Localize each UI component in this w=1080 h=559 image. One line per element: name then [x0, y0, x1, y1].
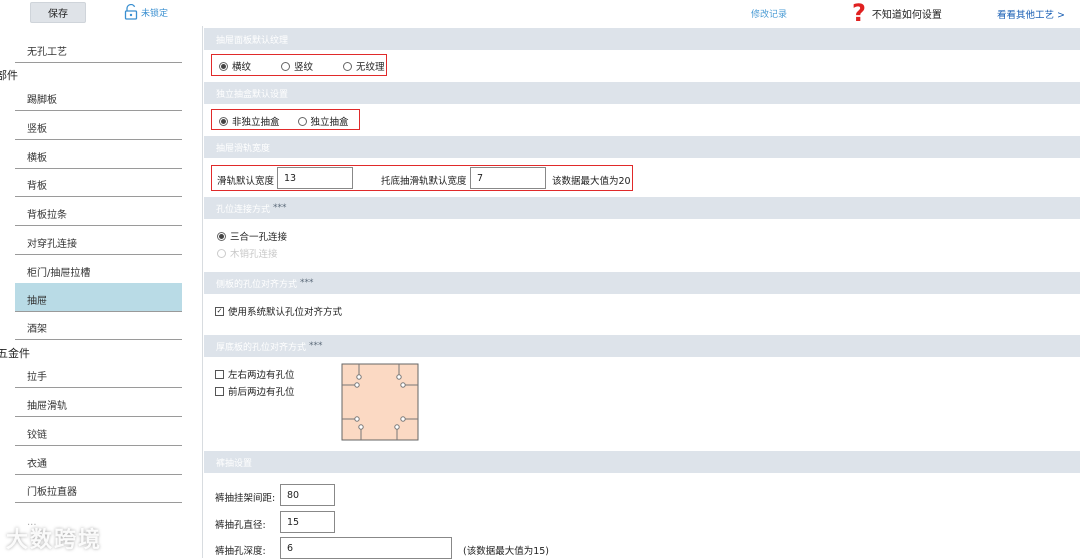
pants-spacing-input[interactable]: 80: [280, 484, 335, 506]
radio-label: 竖纹: [294, 62, 314, 73]
radio-non-independent-box[interactable]: 非独立抽盒: [219, 114, 280, 128]
section-title: 厚底板的孔位对齐方式: [216, 342, 307, 353]
help-link[interactable]: ? 不知道如何设置: [852, 0, 942, 26]
unlock-icon: [124, 4, 138, 20]
sidebar-item-drawer[interactable]: 抽屉: [15, 283, 182, 312]
question-icon: ?: [852, 0, 866, 27]
radio-label: 横纹: [232, 62, 252, 73]
section-title: 抽屉滑轨宽度: [216, 143, 271, 154]
sidebar-item-door-straightener[interactable]: 门板拉直器: [15, 474, 182, 503]
radio-indicator: [281, 61, 291, 71]
sidebar-item-clothes-rod[interactable]: 衣通: [15, 446, 182, 475]
sidebar-item-back-strip[interactable]: 背板拉条: [15, 197, 182, 226]
radio-indicator: [219, 116, 228, 126]
sidebar-item-back-panel[interactable]: 背板: [15, 168, 182, 197]
top-toolbar: 保存 未锁定 修改记录 ? 不知道如何设置 看看其他工艺 >: [0, 0, 1080, 26]
pants-diameter-label: 裤抽孔直径:: [215, 520, 266, 531]
checkbox-indicator: ✓: [215, 306, 224, 316]
help-label: 不知道如何设置: [871, 9, 942, 21]
settings-panel: 抽屉面板默认纹理 横纹 竖纹 无纹理 独立抽盒默认设置 非独立抽盒 独立抽盒 抽…: [204, 26, 1080, 559]
section-title: 独立抽盒默认设置: [216, 89, 289, 100]
watermark-logo: 大数跨境: [6, 528, 103, 553]
required-stars: ***: [273, 203, 287, 213]
radio-three-in-one[interactable]: 三合一孔连接: [217, 229, 287, 243]
checkbox-label: 使用系统默认孔位对齐方式: [228, 307, 343, 318]
rail-width-label: 滑轨默认宽度: [217, 176, 275, 187]
section-header-hole-connection: 孔位连接方式 ***: [204, 197, 1080, 219]
section-header-texture: 抽屉面板默认纹理: [204, 28, 1080, 50]
sidebar: 无孔工艺 部件 踢脚板 竖板 横板 背板 背板拉条 对穿孔连接 柜门/抽屉拉槽 …: [0, 26, 203, 558]
radio-independent-box[interactable]: 独立抽盒: [297, 114, 349, 128]
sidebar-item-drawer-rail[interactable]: 抽屉滑轨: [15, 388, 182, 417]
sidebar-item-door-groove[interactable]: 柜门/抽屉拉槽: [15, 255, 182, 284]
checkbox-front-back-holes[interactable]: 前后两边有孔位: [215, 384, 295, 398]
section-header-side-align: 侧板的孔位对齐方式 ***: [204, 272, 1080, 294]
pants-depth-label: 裤抽孔深度:: [215, 546, 266, 557]
rail-max-note: 该数据最大值为20: [552, 176, 631, 187]
section-title: 侧板的孔位对齐方式: [216, 279, 298, 290]
section-title: 抽屉面板默认纹理: [216, 35, 289, 46]
radio-horizontal-grain[interactable]: 横纹: [219, 59, 251, 73]
sidebar-item-wine-rack[interactable]: 酒架: [15, 311, 182, 340]
sidebar-item-vertical-panel[interactable]: 竖板: [15, 111, 182, 140]
save-button[interactable]: 保存: [30, 2, 86, 23]
radio-label: 非独立抽盒: [232, 117, 280, 128]
checkbox-indicator: [215, 369, 224, 379]
radio-indicator: [219, 61, 228, 71]
required-stars: ***: [300, 278, 314, 288]
radio-indicator: [297, 116, 307, 126]
sidebar-group-parts: 部件: [0, 69, 18, 82]
radio-vertical-grain[interactable]: 竖纹: [281, 59, 313, 73]
bottom-rail-width-label: 托底抽滑轨默认宽度: [381, 176, 467, 187]
bottom-rail-width-input[interactable]: 7: [470, 167, 546, 189]
lock-label: 未锁定: [141, 8, 169, 19]
radio-label: 三合一孔连接: [230, 232, 288, 243]
pants-diameter-input[interactable]: 15: [280, 511, 335, 533]
other-process-link[interactable]: 看看其他工艺 >: [997, 7, 1065, 21]
texture-radio-group: 横纹 竖纹 无纹理: [219, 59, 385, 73]
checkbox-default-alignment[interactable]: ✓ 使用系统默认孔位对齐方式: [215, 304, 342, 318]
sidebar-item-handle[interactable]: 拉手: [15, 359, 182, 388]
radio-no-grain[interactable]: 无纹理: [343, 59, 385, 73]
rail-width-input[interactable]: 13: [277, 167, 353, 189]
radio-label: 木销孔连接: [230, 249, 278, 260]
sidebar-item-through-hole[interactable]: 对穿孔连接: [15, 226, 182, 255]
section-header-bottom-align: 厚底板的孔位对齐方式 ***: [204, 335, 1080, 357]
checkbox-label: 左右两边有孔位: [228, 370, 295, 381]
pants-depth-input[interactable]: 6: [280, 537, 452, 559]
section-title: 孔位连接方式: [216, 204, 271, 215]
lock-toggle[interactable]: 未锁定: [124, 4, 168, 20]
changelog-link[interactable]: 修改记录: [751, 7, 787, 20]
radio-label: 无纹理: [356, 62, 385, 73]
checkbox-left-right-holes[interactable]: 左右两边有孔位: [215, 367, 295, 381]
box-radio-group: 非独立抽盒 独立抽盒: [219, 114, 349, 128]
sidebar-item-no-hole[interactable]: 无孔工艺: [15, 34, 182, 63]
radio-indicator: [217, 231, 226, 241]
radio-label: 独立抽盒: [310, 117, 349, 128]
section-header-pants: 裤抽设置: [204, 451, 1080, 473]
sidebar-item-kickboard[interactable]: 踢脚板: [15, 82, 182, 111]
sidebar-item-horizontal-panel[interactable]: 横板: [15, 140, 182, 169]
pants-depth-note: (该数据最大值为15): [463, 546, 550, 557]
checkbox-label: 前后两边有孔位: [228, 387, 295, 398]
pants-spacing-label: 裤抽挂架间距:: [215, 493, 276, 504]
hole-layout-diagram: [341, 363, 419, 441]
radio-dowel-hole[interactable]: 木销孔连接: [217, 246, 278, 260]
radio-indicator: [343, 61, 353, 71]
radio-indicator: [217, 248, 226, 258]
section-title: 裤抽设置: [216, 458, 253, 469]
sidebar-item-hinge[interactable]: 铰链: [15, 417, 182, 446]
required-stars: ***: [309, 341, 323, 351]
section-header-rail: 抽屉滑轨宽度: [204, 136, 1080, 158]
checkbox-indicator: [215, 386, 224, 396]
section-header-box: 独立抽盒默认设置: [204, 82, 1080, 104]
